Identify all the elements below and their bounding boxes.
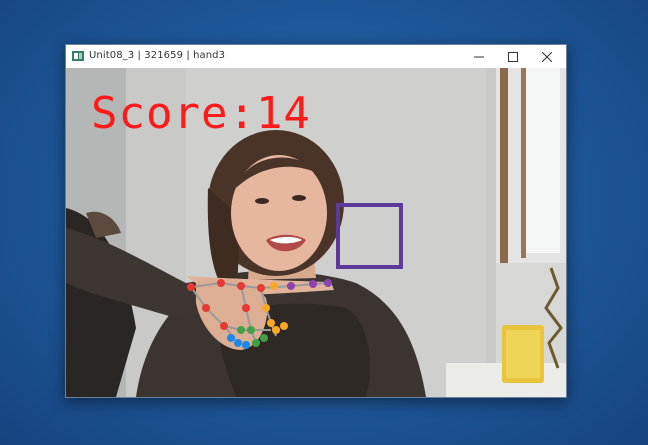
close-icon bbox=[542, 51, 552, 62]
score-label: Score:14 bbox=[91, 88, 311, 139]
minimize-icon bbox=[474, 56, 484, 57]
minimize-button[interactable] bbox=[462, 45, 496, 68]
title-bar[interactable]: Unit08_3 | 321659 | hand3 bbox=[66, 45, 566, 68]
app-icon bbox=[72, 51, 84, 61]
camera-view: Score:14 bbox=[66, 68, 566, 397]
maximize-icon bbox=[508, 51, 518, 62]
maximize-button[interactable] bbox=[496, 45, 530, 68]
close-button[interactable] bbox=[530, 45, 564, 68]
window-title: Unit08_3 | 321659 | hand3 bbox=[89, 50, 226, 61]
app-window: Unit08_3 | 321659 | hand3 Score:14 bbox=[65, 44, 567, 398]
